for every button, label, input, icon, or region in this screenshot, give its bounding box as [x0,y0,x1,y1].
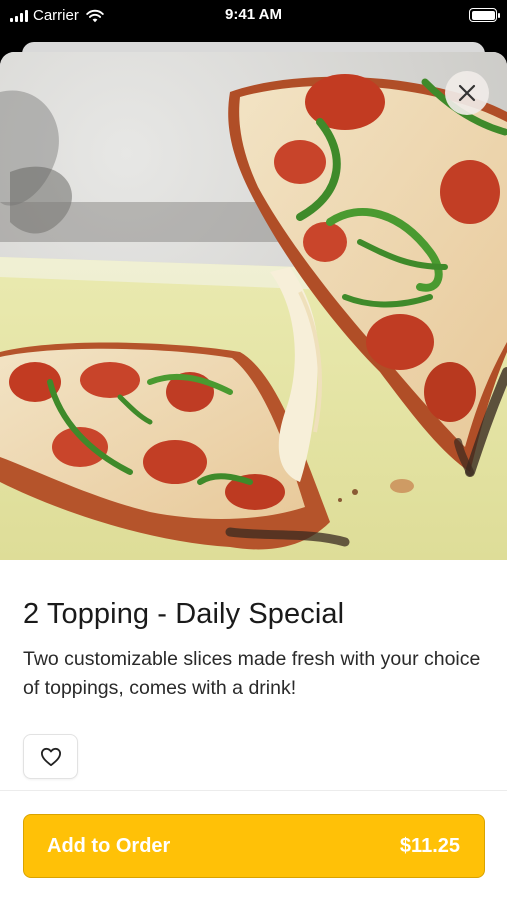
close-button[interactable] [445,71,489,115]
divider [0,790,507,791]
price-label: $11.25 [399,834,460,857]
close-icon [458,84,476,102]
item-detail-sheet: 2 Topping - Daily Special Two customizab… [0,52,507,900]
item-title: 2 Topping - Daily Special [23,598,345,630]
item-description: Two customizable slices made fresh with … [23,648,481,699]
heart-icon [40,747,61,766]
add-to-order-label: Add to Order [47,834,171,857]
item-photo [0,52,507,560]
favorite-button[interactable] [23,734,78,779]
battery-icon [469,8,500,22]
status-bar: Carrier 9:41 AM [0,0,507,34]
status-time: 9:41 AM [225,6,282,23]
screen: Carrier 9:41 AM 2 Topping - Daily Specia… [0,0,507,900]
pizza-photo [0,52,507,560]
add-to-order-button[interactable]: Add to Order $11.25 [23,814,485,878]
